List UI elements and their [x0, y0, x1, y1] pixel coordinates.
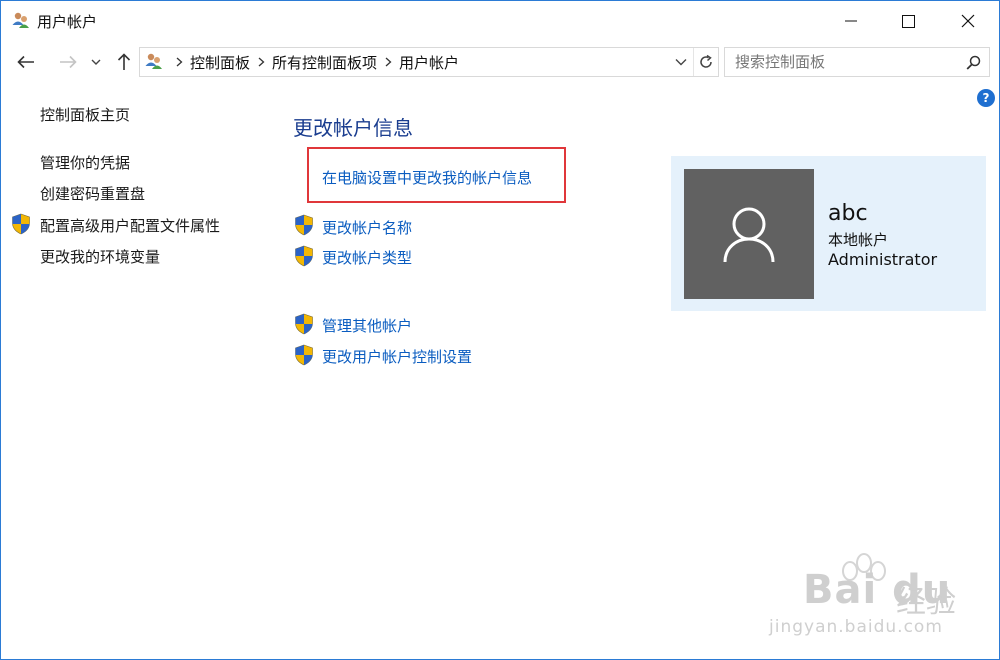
- account-role: Administrator: [828, 250, 938, 269]
- pc-settings-link[interactable]: 在电脑设置中更改我的帐户信息: [322, 167, 532, 188]
- breadcrumb-control-panel[interactable]: 控制面板: [188, 52, 252, 73]
- close-button[interactable]: [945, 1, 991, 41]
- user-info-panel: abc 本地帐户 Administrator: [671, 156, 986, 311]
- user-accounts-icon: [12, 12, 29, 28]
- uac-shield-icon: [295, 344, 313, 366]
- minimize-button[interactable]: [828, 1, 874, 41]
- sidebar-item-advanced-profile-properties[interactable]: 配置高级用户配置文件属性: [40, 215, 220, 236]
- search-icon: [966, 55, 980, 70]
- recent-locations-button[interactable]: [87, 47, 105, 77]
- breadcrumb: 控制面板 所有控制面板项 用户帐户: [170, 48, 461, 76]
- watermark-brand-cn: 经验: [896, 585, 956, 620]
- page-title: 更改帐户信息: [293, 116, 413, 140]
- user-accounts-window: 用户帐户 控制面板 所有控制面板项 用户帐户 搜索控制面板 ? 控制面板主页 管…: [0, 0, 1000, 660]
- avatar: [684, 169, 814, 299]
- user-accounts-icon: [145, 53, 162, 69]
- sidebar-item-environment-variables[interactable]: 更改我的环境变量: [40, 246, 160, 267]
- title-bar: 用户帐户: [1, 1, 999, 41]
- uac-shield-icon: [295, 214, 313, 236]
- search-box[interactable]: [724, 47, 990, 77]
- arrow-up-icon: [117, 53, 131, 70]
- sidebar-item-manage-credentials[interactable]: 管理你的凭据: [40, 152, 130, 173]
- search-button[interactable]: [963, 52, 983, 72]
- close-icon: [961, 14, 975, 28]
- window-title: 用户帐户: [37, 13, 98, 31]
- change-uac-settings-link[interactable]: 更改用户帐户控制设置: [322, 346, 472, 367]
- breadcrumb-all-items[interactable]: 所有控制面板项: [270, 52, 379, 73]
- up-button[interactable]: [111, 47, 137, 77]
- user-icon: [723, 207, 775, 263]
- manage-other-accounts-link[interactable]: 管理其他帐户: [322, 315, 412, 336]
- refresh-button[interactable]: [693, 48, 718, 76]
- user-name: abc: [828, 201, 868, 226]
- maximize-icon: [901, 14, 915, 28]
- arrow-left-icon: [17, 55, 34, 69]
- maximize-button[interactable]: [885, 1, 931, 41]
- uac-shield-icon: [295, 245, 313, 267]
- watermark-url: jingyan.baidu.com: [769, 617, 943, 637]
- navigation-bar: 控制面板 所有控制面板项 用户帐户: [1, 41, 999, 83]
- breadcrumb-user-accounts[interactable]: 用户帐户: [397, 52, 461, 73]
- change-account-type-link[interactable]: 更改帐户类型: [322, 247, 412, 268]
- address-bar[interactable]: 控制面板 所有控制面板项 用户帐户: [139, 47, 719, 77]
- arrow-right-icon: [60, 55, 77, 69]
- minimize-icon: [845, 20, 857, 22]
- forward-button[interactable]: [53, 47, 83, 77]
- chevron-right-icon: [379, 57, 397, 67]
- search-input[interactable]: [733, 51, 957, 73]
- uac-shield-icon: [295, 313, 313, 335]
- chevron-down-icon: [91, 59, 101, 65]
- chevron-right-icon: [170, 57, 188, 67]
- sidebar-item-control-panel-home[interactable]: 控制面板主页: [40, 104, 130, 125]
- back-button[interactable]: [11, 47, 41, 77]
- uac-shield-icon: [12, 213, 30, 235]
- help-button[interactable]: ?: [977, 89, 995, 107]
- refresh-icon: [700, 54, 712, 68]
- account-type: 本地帐户: [828, 231, 889, 249]
- chevron-down-icon: [675, 59, 687, 66]
- change-account-name-link[interactable]: 更改帐户名称: [322, 217, 412, 238]
- sidebar-item-password-reset-disk[interactable]: 创建密码重置盘: [40, 183, 145, 204]
- chevron-right-icon: [252, 57, 270, 67]
- address-dropdown-button[interactable]: [670, 48, 692, 76]
